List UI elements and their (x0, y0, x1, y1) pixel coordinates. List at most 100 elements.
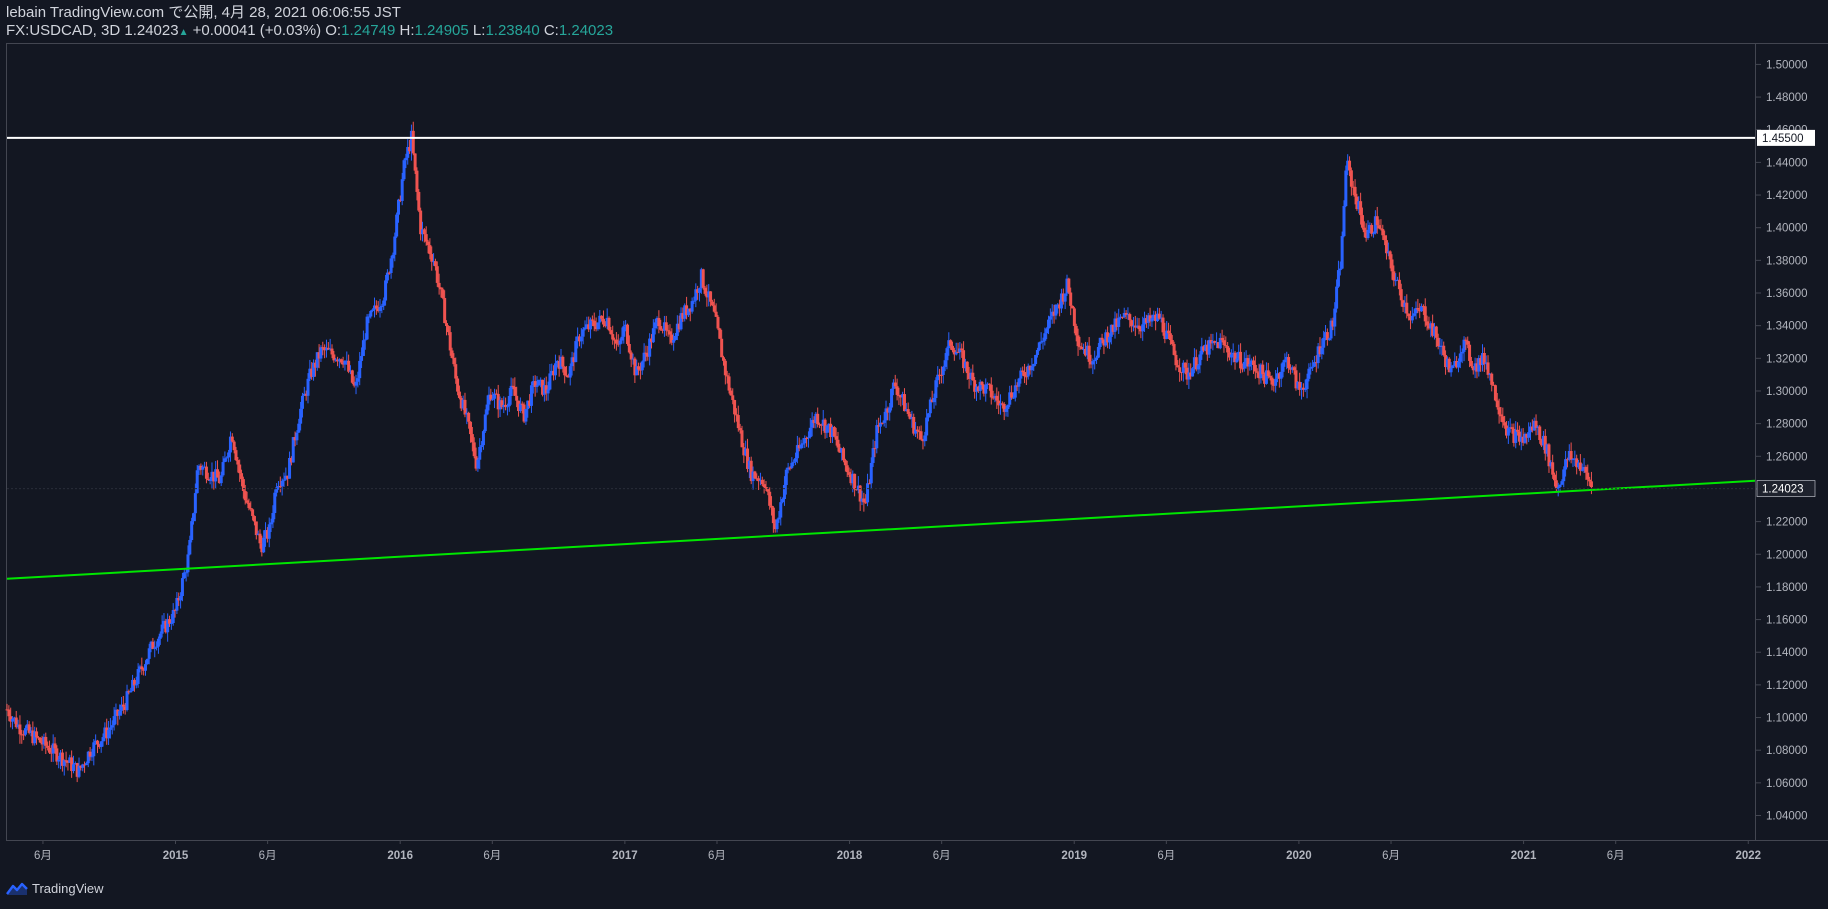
candle-body (1141, 324, 1145, 332)
candle-body (1292, 367, 1296, 371)
candle-body (1255, 371, 1259, 373)
candle-body (1100, 337, 1104, 340)
candle-body (1226, 346, 1230, 353)
candle-body (417, 191, 421, 211)
candle-body (1074, 325, 1078, 336)
candle-body (240, 473, 244, 480)
candle-body (225, 457, 229, 459)
candle-body (895, 386, 899, 395)
candle-body (350, 370, 354, 383)
candle-body (1493, 385, 1497, 401)
candle-body (1499, 414, 1503, 417)
candle-body (1072, 308, 1076, 326)
candlestick-chart[interactable]: 1.500001.480001.460001.440001.420001.400… (0, 0, 1828, 909)
candle-body (770, 505, 774, 508)
candle-body (291, 437, 295, 463)
candle-body (1222, 340, 1226, 346)
x-tick-label: 2017 (612, 850, 638, 862)
candle-body (1468, 344, 1472, 361)
x-tick-label: 6月 (259, 850, 277, 862)
candle-body (1017, 378, 1021, 387)
candle-body (614, 339, 618, 344)
candle-body (816, 413, 820, 425)
candle-body (476, 459, 480, 469)
candle-body (155, 646, 159, 648)
candle-body (129, 690, 133, 693)
candle-body (1449, 368, 1453, 373)
candle-body (1564, 459, 1568, 470)
candle-body (169, 623, 173, 625)
y-tick-label: 1.44000 (1766, 157, 1808, 169)
candle-body (195, 470, 199, 494)
candle-body (781, 499, 785, 503)
candle-body (57, 759, 61, 762)
candle-body (1048, 316, 1052, 320)
candle-body (801, 443, 805, 445)
candle-body (402, 160, 406, 180)
y-tick-label: 1.34000 (1766, 321, 1808, 333)
candle-body (404, 157, 408, 161)
candle-body (627, 343, 631, 353)
candle-body (430, 254, 434, 262)
candle-body (808, 427, 812, 438)
candle-body (845, 465, 849, 473)
candle-body (784, 469, 788, 486)
candle-body (653, 322, 657, 329)
candle-body (529, 385, 533, 406)
candle-body (923, 435, 927, 442)
candle-body (108, 727, 112, 730)
candle-body (216, 469, 220, 478)
candle-body (869, 462, 873, 484)
candle-body (1340, 236, 1344, 269)
candle-body (90, 756, 94, 758)
candle-body (188, 540, 192, 555)
y-tick-label: 1.50000 (1766, 59, 1808, 71)
candle-body (672, 339, 676, 343)
candle-body (1569, 450, 1573, 460)
candle-body (733, 400, 737, 415)
x-tick-label: 6月 (1382, 850, 1400, 862)
x-tick-label: 6月 (708, 850, 726, 862)
x-tick-label: 2018 (837, 850, 863, 862)
y-tick-label: 1.20000 (1766, 549, 1808, 561)
candle-body (581, 329, 585, 337)
tradingview-logo-icon (6, 882, 28, 895)
candle-body (1096, 347, 1100, 358)
candle-body (1397, 279, 1401, 290)
candle-body (673, 335, 677, 340)
y-tick-label: 1.18000 (1766, 582, 1808, 594)
candle-body (243, 490, 247, 501)
candle-body (1407, 313, 1411, 317)
candle-body (179, 596, 183, 601)
candle-body (779, 502, 783, 518)
candle-body (1041, 340, 1045, 342)
candle-body (939, 374, 943, 376)
candle-body (1283, 359, 1287, 363)
candle-body (1035, 350, 1039, 355)
candle-body (254, 521, 258, 536)
candle-body (206, 478, 210, 481)
candle-body (1172, 344, 1176, 355)
candle-body (190, 521, 194, 541)
candle-body (1333, 308, 1337, 327)
candle-body (950, 345, 954, 351)
candle-body (1287, 357, 1291, 369)
candle-body (618, 340, 622, 345)
candle-body (1196, 365, 1200, 370)
candle-body (92, 742, 96, 757)
candle-body (740, 430, 744, 448)
candle-body (208, 480, 212, 482)
candle-body (1006, 404, 1010, 409)
candle-body (112, 716, 116, 726)
candle-body (145, 658, 149, 665)
candle-body (563, 366, 567, 376)
x-tick-label: 6月 (933, 850, 951, 862)
candle-body (943, 360, 947, 367)
candle-body (136, 669, 140, 684)
candle-body (945, 348, 949, 361)
candle-body (234, 450, 238, 461)
candle-body (480, 445, 484, 447)
candle-body (524, 409, 528, 422)
candle-body (1305, 378, 1309, 390)
candle-body (659, 326, 663, 330)
